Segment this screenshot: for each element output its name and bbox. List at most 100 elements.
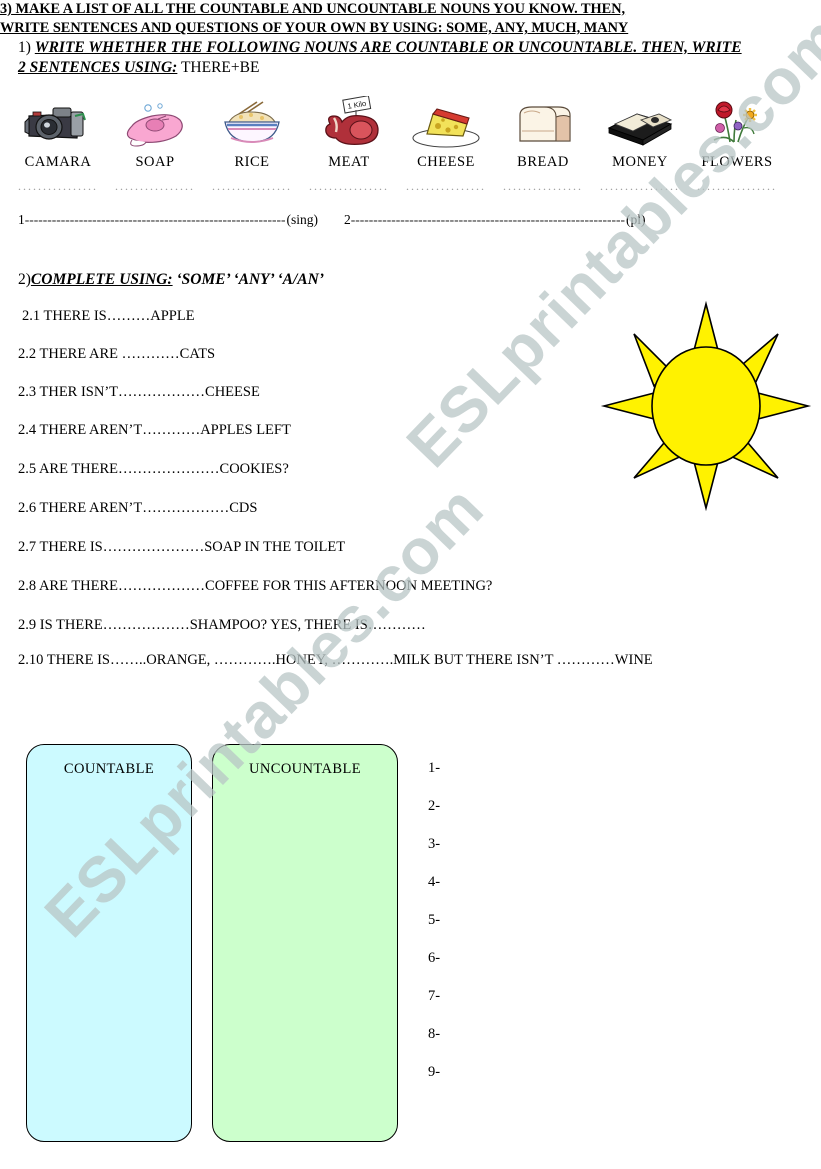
meat-icon: 1 Kilo [306,95,392,151]
camera-icon [15,96,101,151]
answer-line-1[interactable]: 1 --------------------------------------… [18,212,318,228]
section2-heading-options: ‘SOME’ ‘ANY’ ‘A/AN’ [176,271,324,288]
question-2-10[interactable]: 2.10 THERE IS……..ORANGE, ………….HONEY, ………… [18,652,653,669]
picture-label: FLOWERS [701,154,773,170]
section1-heading-line2: 2 SENTENCES USING: [18,59,178,76]
list-item[interactable]: 8- [428,1026,440,1064]
section3-heading-line2: WRITE SENTENCES AND QUESTIONS OF YOUR OW… [0,20,629,36]
picture-answer-dots[interactable]: ................ [689,179,785,194]
section2-heading-text: COMPLETE USING: [30,271,173,288]
picture-cell: BREAD ................ [495,96,591,194]
section3-heading-text1: MAKE A LIST OF ALL THE COUNTABLE AND UNC… [15,1,626,17]
question-2-1[interactable]: 2.1 THERE IS………APPLE [22,308,195,325]
question-text: THERE AREN’T………………CDS [39,500,258,516]
question-number: 2.1 [22,308,41,324]
countable-box-title: COUNTABLE [63,761,155,777]
question-text: IS THERE………………SHAMPOO? YES, THERE IS………… [39,617,426,633]
picture-answer-dots[interactable]: ................ [495,179,591,194]
picture-label: BREAD [517,154,569,170]
picture-label: CHEESE [417,154,475,170]
section1-heading-line1: WRITE WHETHER THE FOLLOWING NOUNS ARE CO… [34,39,742,56]
noun-picture-row: CAMARA ................ SOAP ...........… [10,95,810,194]
question-text: THER ISN’T………………CHEESE [39,384,260,400]
question-text: THERE IS………APPLE [43,308,195,324]
picture-answer-dots[interactable]: ................ [398,179,494,194]
answer-line-tag: (pl) [625,212,646,227]
picture-answer-dots[interactable]: ................ [10,179,106,194]
list-item[interactable]: 7- [428,988,440,1026]
list-item[interactable]: 9- [428,1064,440,1102]
list-item[interactable]: 6- [428,950,440,988]
question-number: 2.6 [18,500,37,516]
list-item[interactable]: 4- [428,874,440,912]
list-item[interactable]: 3- [428,836,440,874]
answer-line-dashes[interactable]: ----------------------------------------… [25,212,286,228]
section3-heading-line1: 3) MAKE A LIST OF ALL THE COUNTABLE AND … [0,0,760,19]
picture-answer-dots[interactable]: ................ [204,179,300,194]
question-text: THERE AREN’T…………APPLES LEFT [39,422,291,438]
question-2-4[interactable]: 2.4 THERE AREN’T…………APPLES LEFT [18,422,291,439]
picture-label: SOAP [135,154,175,170]
question-text: THERE IS……..ORANGE, ………….HONEY, ………….MIL… [46,652,653,668]
picture-label: MONEY [612,154,668,170]
picture-answer-dots[interactable]: ................ [107,179,203,194]
question-number: 2.3 [18,384,37,400]
section1-heading-suffix: THERE+BE [180,59,260,76]
picture-label: MEAT [328,154,370,170]
section1-answer-lines: 1 --------------------------------------… [18,212,808,228]
section1-number: 1) [18,39,31,56]
answer-line-number: 1 [18,212,25,227]
money-icon [597,96,683,151]
question-number: 2.10 [18,652,44,668]
uncountable-box[interactable]: UNCOUNTABLE [212,744,398,1142]
picture-answer-dots[interactable]: ................ [592,179,688,194]
section2-heading: 2)COMPLETE USING: ‘SOME’ ‘ANY’ ‘A/AN’ [18,270,324,290]
list-item[interactable]: 2- [428,798,440,836]
question-2-2[interactable]: 2.2 THERE ARE …………CATS [18,346,215,363]
question-2-8[interactable]: 2.8 ARE THERE………………COFFEE FOR THIS AFTER… [18,578,492,595]
picture-label: RICE [234,154,270,170]
sentence-number-list: 1- 2- 3- 4- 5- 6- 7- 8- 9- [428,760,440,1102]
soap-icon [112,96,198,151]
answer-line-2[interactable]: 2 --------------------------------------… [344,212,645,228]
section3-number: 3) [0,1,12,17]
picture-cell: CHEESE ................ [398,96,494,194]
answer-line-number: 2 [344,212,351,227]
question-number: 2.4 [18,422,37,438]
question-2-9[interactable]: 2.9 IS THERE………………SHAMPOO? YES, THERE IS… [18,617,426,634]
section3-heading: 3) MAKE A LIST OF ALL THE COUNTABLE AND … [0,0,760,38]
section2-number: 2) [18,271,31,288]
sun-icon [596,296,816,516]
cheese-icon [403,96,489,151]
question-number: 2.8 [18,578,37,594]
question-number: 2.2 [18,346,37,362]
question-2-6[interactable]: 2.6 THERE AREN’T………………CDS [18,500,257,517]
question-2-5[interactable]: 2.5 ARE THERE…………………COOKIES? [18,461,289,478]
worksheet-page: 1) WRITE WHETHER THE FOLLOWING NOUNS ARE… [0,0,821,1169]
picture-cell: 1 Kilo MEAT ................ [301,95,397,194]
picture-cell: SOAP ................ [107,96,203,194]
uncountable-box-title: UNCOUNTABLE [249,761,361,777]
question-number: 2.9 [18,617,37,633]
picture-cell: MONEY ................ [592,96,688,194]
question-number: 2.7 [18,539,37,555]
countable-box[interactable]: COUNTABLE [26,744,192,1142]
question-text: THERE ARE …………CATS [39,346,216,362]
picture-cell: RICE ................ [204,96,300,194]
answer-line-dashes[interactable]: ----------------------------------------… [351,212,625,228]
question-number: 2.5 [18,461,37,477]
bread-icon [500,96,586,151]
picture-label: CAMARA [24,154,92,170]
rice-bowl-icon [209,96,295,151]
question-text: ARE THERE………………COFFEE FOR THIS AFTERNOON… [38,578,493,594]
list-item[interactable]: 5- [428,912,440,950]
list-item[interactable]: 1- [428,760,440,798]
question-2-3[interactable]: 2.3 THER ISN’T………………CHEESE [18,384,260,401]
flowers-icon [694,96,780,151]
picture-cell: FLOWERS ................ [689,96,785,194]
picture-answer-dots[interactable]: ................ [301,179,397,194]
question-text: ARE THERE…………………COOKIES? [38,461,289,477]
picture-cell: CAMARA ................ [10,96,106,194]
question-2-7[interactable]: 2.7 THERE IS…………………SOAP IN THE TOILET [18,539,345,556]
answer-line-tag: (sing) [286,212,319,227]
